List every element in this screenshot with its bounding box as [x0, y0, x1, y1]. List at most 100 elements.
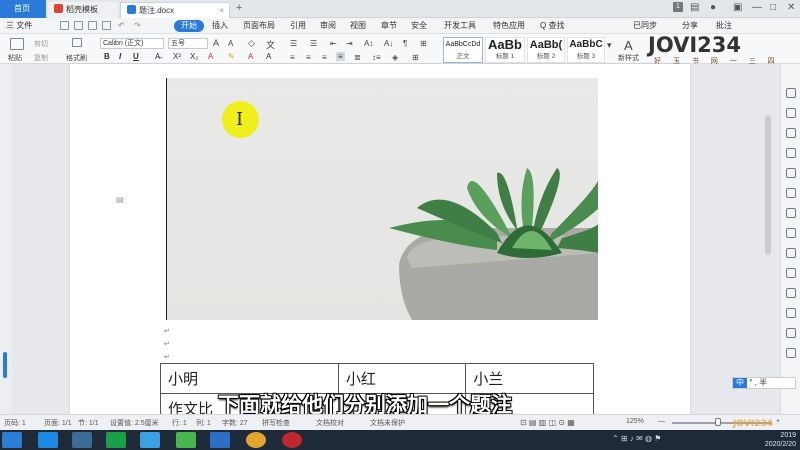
line-spacing-icon[interactable]: ↕≡ [372, 53, 381, 62]
style-normal[interactable]: AaBbCcDd 正文 [443, 37, 483, 63]
sync-status[interactable]: 已同步 [633, 20, 657, 32]
menu-insert[interactable]: 插入 [212, 20, 228, 32]
file-menu[interactable]: 三 文件 [6, 20, 32, 32]
360-browser-icon[interactable] [176, 432, 196, 448]
redo-icon[interactable]: ↷ [134, 20, 141, 32]
open-icon[interactable] [74, 21, 83, 30]
minimize-icon[interactable]: — [752, 2, 762, 13]
new-style-button[interactable]: 新样式 [618, 53, 639, 63]
zoom-out-icon[interactable]: — [658, 418, 665, 425]
sidebar-review-icon[interactable] [786, 288, 796, 298]
style-heading-2[interactable]: AaBb( 标题 2 [527, 37, 565, 63]
ime-toolbar[interactable]: 中 ° , 半 [732, 377, 796, 389]
save-icon[interactable] [60, 21, 69, 30]
tab-document[interactable]: 题注.docx × [120, 2, 230, 18]
borders-icon[interactable]: ⊞ [412, 53, 419, 62]
menu-chapter[interactable]: 章节 [381, 20, 397, 32]
char-border-icon[interactable]: A [266, 52, 271, 61]
sidebar-navigation-icon[interactable] [786, 188, 796, 198]
show-marks-icon[interactable]: ¶ [403, 39, 407, 48]
font-color-icon[interactable]: A [208, 52, 213, 61]
copy-button[interactable]: 复制 [34, 53, 48, 63]
justify-icon[interactable]: ≡ [336, 52, 345, 61]
status-protect[interactable]: 文档未保护 [370, 418, 405, 428]
menu-review[interactable]: 审阅 [320, 20, 336, 32]
align-right-icon[interactable]: ≡ [322, 53, 327, 62]
menu-special[interactable]: 特色应用 [493, 20, 525, 32]
menu-developer[interactable]: 开发工具 [444, 20, 476, 32]
preview-icon[interactable] [102, 21, 111, 30]
menu-security[interactable]: 安全 [411, 20, 427, 32]
sidebar-translate-icon[interactable] [786, 268, 796, 278]
view-mode-icon[interactable]: ⊡ ▤ ▥ ◫ ⊙ ▦ [520, 418, 575, 427]
clear-format-icon[interactable]: ◇ [248, 38, 255, 49]
baidu-netdisk-icon[interactable] [140, 432, 160, 448]
sidebar-locate-icon[interactable] [786, 168, 796, 178]
close-window-icon[interactable]: ✕ [787, 2, 795, 13]
format-painter-icon[interactable] [72, 38, 82, 47]
sidebar-share-icon[interactable] [786, 248, 796, 258]
superscript-icon[interactable]: X² [173, 52, 181, 61]
underline-button[interactable]: U [133, 52, 139, 61]
close-tab-icon[interactable]: × [219, 3, 224, 19]
start-button-icon[interactable] [2, 432, 22, 448]
window-layout-icon[interactable]: ▤ [690, 2, 699, 13]
chrome-icon[interactable] [246, 432, 266, 448]
menu-references[interactable]: 引用 [290, 20, 306, 32]
italic-button[interactable]: I [119, 52, 121, 61]
user-avatar-icon[interactable]: ● [710, 2, 716, 13]
zoom-in-icon[interactable]: + [776, 418, 780, 425]
bold-button[interactable]: B [104, 52, 110, 61]
align-left-icon[interactable]: ≡ [290, 53, 295, 62]
format-painter-button[interactable]: 格式刷 [66, 53, 87, 63]
text-color-icon[interactable]: A [248, 52, 253, 61]
taskbar-clock[interactable]: 2019 2020/2/20 [736, 431, 796, 449]
undo-icon[interactable]: ↶ [118, 20, 125, 32]
shrink-font-icon[interactable]: A [228, 39, 233, 48]
search-button[interactable]: Q 查找 [540, 20, 564, 32]
recorder-icon[interactable] [282, 432, 302, 448]
status-proofread[interactable]: 文档校对 [316, 418, 344, 428]
paragraph-anchor-icon[interactable]: ▤· [116, 195, 126, 204]
share-button[interactable]: 分享 [682, 20, 698, 32]
print-icon[interactable] [88, 21, 97, 30]
chinese-layout-icon[interactable]: A↕ [364, 39, 373, 48]
tab-home[interactable]: 首页 [0, 0, 46, 18]
pinyin-icon[interactable]: 文 [266, 38, 275, 51]
sidebar-settings-icon[interactable] [786, 348, 796, 358]
new-tab-icon[interactable]: + [236, 2, 242, 14]
sidebar-feedback-icon[interactable] [786, 328, 796, 338]
style-heading-1[interactable]: AaBb 标题 1 [485, 37, 525, 63]
status-wordcount[interactable]: 字数: 27 [222, 418, 248, 428]
sidebar-style-icon[interactable] [786, 148, 796, 158]
cut-button[interactable]: 剪切 [34, 39, 48, 49]
sidebar-shape-icon[interactable] [786, 108, 796, 118]
ime-mode[interactable]: ° , 半 [749, 378, 767, 387]
menu-page-layout[interactable]: 页面布局 [243, 20, 275, 32]
highlight-icon[interactable]: ✎ [228, 52, 235, 61]
decrease-indent-icon[interactable]: ⇤ [330, 39, 337, 48]
tray-icons[interactable]: ⌃ ⊞ ♪ ✉ ◍ ⚑ [612, 434, 661, 443]
new-style-icon[interactable]: A [624, 38, 633, 53]
wps-writer-icon[interactable] [210, 432, 230, 448]
sidebar-help-icon[interactable] [786, 308, 796, 318]
ruler-marker[interactable] [3, 352, 7, 378]
bullet-list-icon[interactable]: ☰ [290, 39, 297, 48]
maximize-icon[interactable]: □ [770, 2, 776, 13]
tools-icon[interactable]: ⊞ [420, 39, 427, 48]
menu-start[interactable]: 开始 [174, 20, 204, 32]
sidebar-backup-icon[interactable] [786, 228, 796, 238]
ime-language[interactable]: 中 [733, 378, 747, 388]
menu-view[interactable]: 视图 [350, 20, 366, 32]
file-explorer-icon[interactable] [72, 432, 92, 448]
shading-icon[interactable]: ◈ [392, 53, 398, 62]
number-list-icon[interactable]: ☰ [310, 39, 317, 48]
font-name-select[interactable]: Calibri (正文) [100, 38, 164, 49]
vertical-scrollbar[interactable] [765, 115, 771, 255]
subscript-icon[interactable]: X₂ [190, 52, 198, 61]
font-size-select[interactable]: 五号 [168, 38, 208, 49]
sidebar-properties-icon[interactable] [786, 128, 796, 138]
paste-icon[interactable] [10, 38, 24, 50]
sidebar-select-icon[interactable] [786, 88, 796, 98]
zoom-slider-thumb[interactable] [715, 418, 721, 426]
